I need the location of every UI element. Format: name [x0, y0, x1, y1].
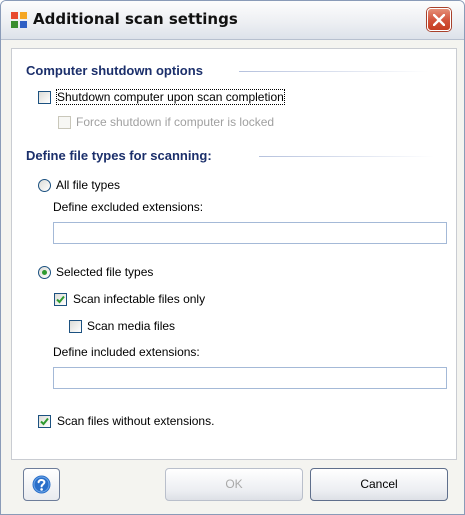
scan-media-label[interactable]: Scan media files: [87, 319, 175, 333]
shutdown-label[interactable]: Shutdown computer upon scan completion: [56, 89, 285, 105]
scan-infectable-label[interactable]: Scan infectable files only: [73, 292, 205, 306]
additional-scan-settings-dialog: Additional scan settings Computer shutdo…: [0, 0, 465, 515]
checkmark-icon: [56, 295, 65, 304]
avast-icon: [11, 12, 27, 28]
help-icon: [32, 475, 51, 494]
window-title: Additional scan settings: [33, 10, 238, 28]
close-button[interactable]: [427, 8, 451, 31]
shutdown-section-heading: Computer shutdown options: [26, 63, 203, 78]
filetypes-section-heading: Define file types for scanning:: [26, 148, 212, 163]
all-file-types-label[interactable]: All file types: [56, 178, 120, 192]
ok-button[interactable]: OK: [165, 468, 303, 501]
scan-media-checkbox[interactable]: [69, 320, 82, 333]
scan-no-extension-label[interactable]: Scan files without extensions.: [57, 414, 214, 428]
included-extensions-input[interactable]: [53, 367, 447, 389]
radio-selected-dot: [42, 270, 47, 275]
all-file-types-radio[interactable]: [38, 179, 51, 192]
shutdown-checkbox[interactable]: [38, 91, 51, 104]
excluded-extensions-label: Define excluded extensions:: [53, 200, 204, 214]
section-divider: [259, 156, 434, 157]
title-bar[interactable]: Additional scan settings: [1, 1, 464, 40]
force-shutdown-checkbox[interactable]: [58, 116, 71, 129]
scan-no-extension-checkbox[interactable]: [38, 415, 51, 428]
help-button[interactable]: [23, 468, 60, 501]
cancel-button[interactable]: Cancel: [310, 468, 448, 501]
excluded-extensions-input[interactable]: [53, 222, 447, 244]
included-extensions-label: Define included extensions:: [53, 345, 200, 359]
section-divider: [239, 71, 429, 72]
settings-panel: Computer shutdown options Shutdown compu…: [11, 48, 457, 460]
force-shutdown-label: Force shutdown if computer is locked: [76, 115, 275, 129]
checkmark-icon: [40, 417, 49, 426]
selected-file-types-radio[interactable]: [38, 266, 51, 279]
close-icon: [433, 14, 445, 26]
selected-file-types-label[interactable]: Selected file types: [56, 265, 153, 279]
scan-infectable-checkbox[interactable]: [54, 293, 67, 306]
